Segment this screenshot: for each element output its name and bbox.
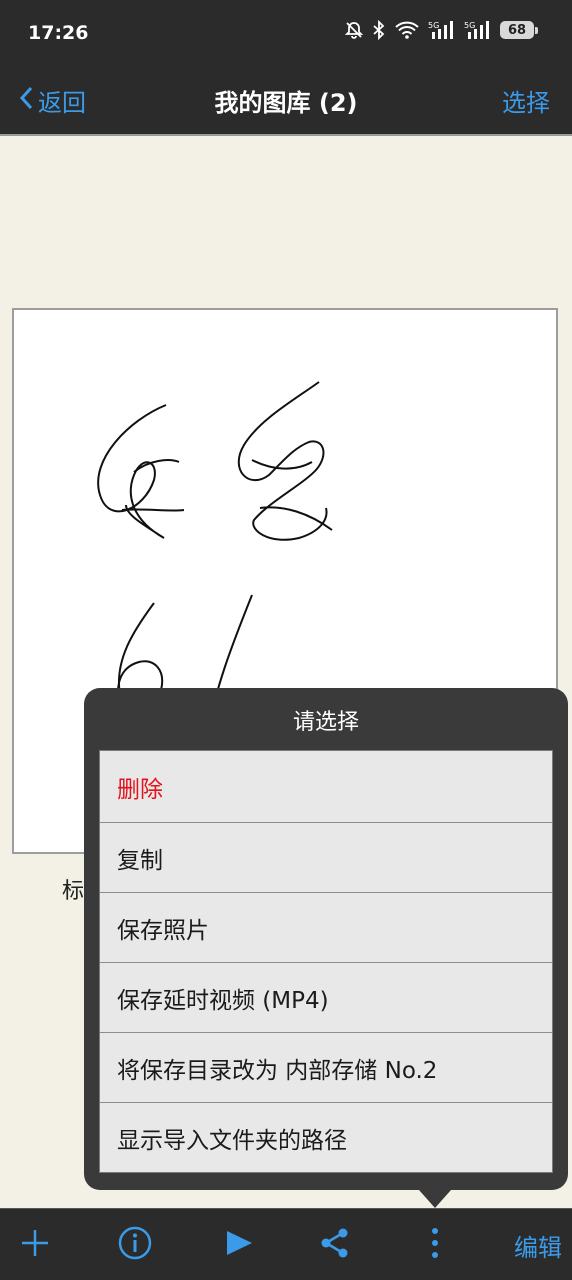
status-icons: 5G 5G 68 — [344, 20, 538, 40]
status-time: 17:26 — [28, 22, 89, 44]
menu-item-save-timelapse[interactable]: 保存延时视频 (MP4) — [100, 962, 552, 1032]
popover-title: 请选择 — [292, 710, 359, 735]
info-icon[interactable] — [118, 1226, 152, 1264]
add-icon[interactable] — [20, 1226, 50, 1264]
action-menu: 删除 复制 保存照片 保存延时视频 (MP4) 将保存目录改为 内部存储 No.… — [99, 750, 553, 1173]
select-button[interactable]: 选择 — [502, 83, 550, 118]
bluetooth-icon — [372, 20, 386, 40]
wifi-icon — [394, 20, 420, 40]
menu-item-delete[interactable]: 删除 — [100, 751, 552, 822]
svg-text:5G: 5G — [428, 21, 439, 30]
popover-arrow — [419, 1190, 451, 1208]
signal-5g-icon: 5G — [464, 20, 492, 40]
menu-item-copy[interactable]: 复制 — [100, 822, 552, 892]
nav-bar: 返回 我的图库 (2) 选择 — [0, 66, 572, 136]
action-popover: 请选择 删除 复制 保存照片 保存延时视频 (MP4) 将保存目录改为 内部存储… — [84, 688, 568, 1190]
bottom-toolbar: 编辑 — [0, 1208, 572, 1280]
status-bar: 17:26 5G 5G 68 — [0, 0, 572, 66]
page-title: 我的图库 (2) — [214, 89, 358, 117]
bell-off-icon — [344, 20, 364, 40]
menu-item-save-photo[interactable]: 保存照片 — [100, 892, 552, 962]
menu-item-change-save-dir[interactable]: 将保存目录改为 内部存储 No.2 — [100, 1032, 552, 1102]
more-vertical-icon[interactable] — [426, 1226, 444, 1264]
play-icon[interactable] — [224, 1226, 254, 1264]
signal-5g-icon: 5G — [428, 20, 456, 40]
menu-item-show-import-path[interactable]: 显示导入文件夹的路径 — [100, 1102, 552, 1172]
share-icon[interactable] — [320, 1226, 350, 1264]
edit-button[interactable]: 编辑 — [514, 1228, 562, 1263]
svg-text:5G: 5G — [464, 21, 475, 30]
battery-indicator: 68 — [500, 21, 538, 39]
